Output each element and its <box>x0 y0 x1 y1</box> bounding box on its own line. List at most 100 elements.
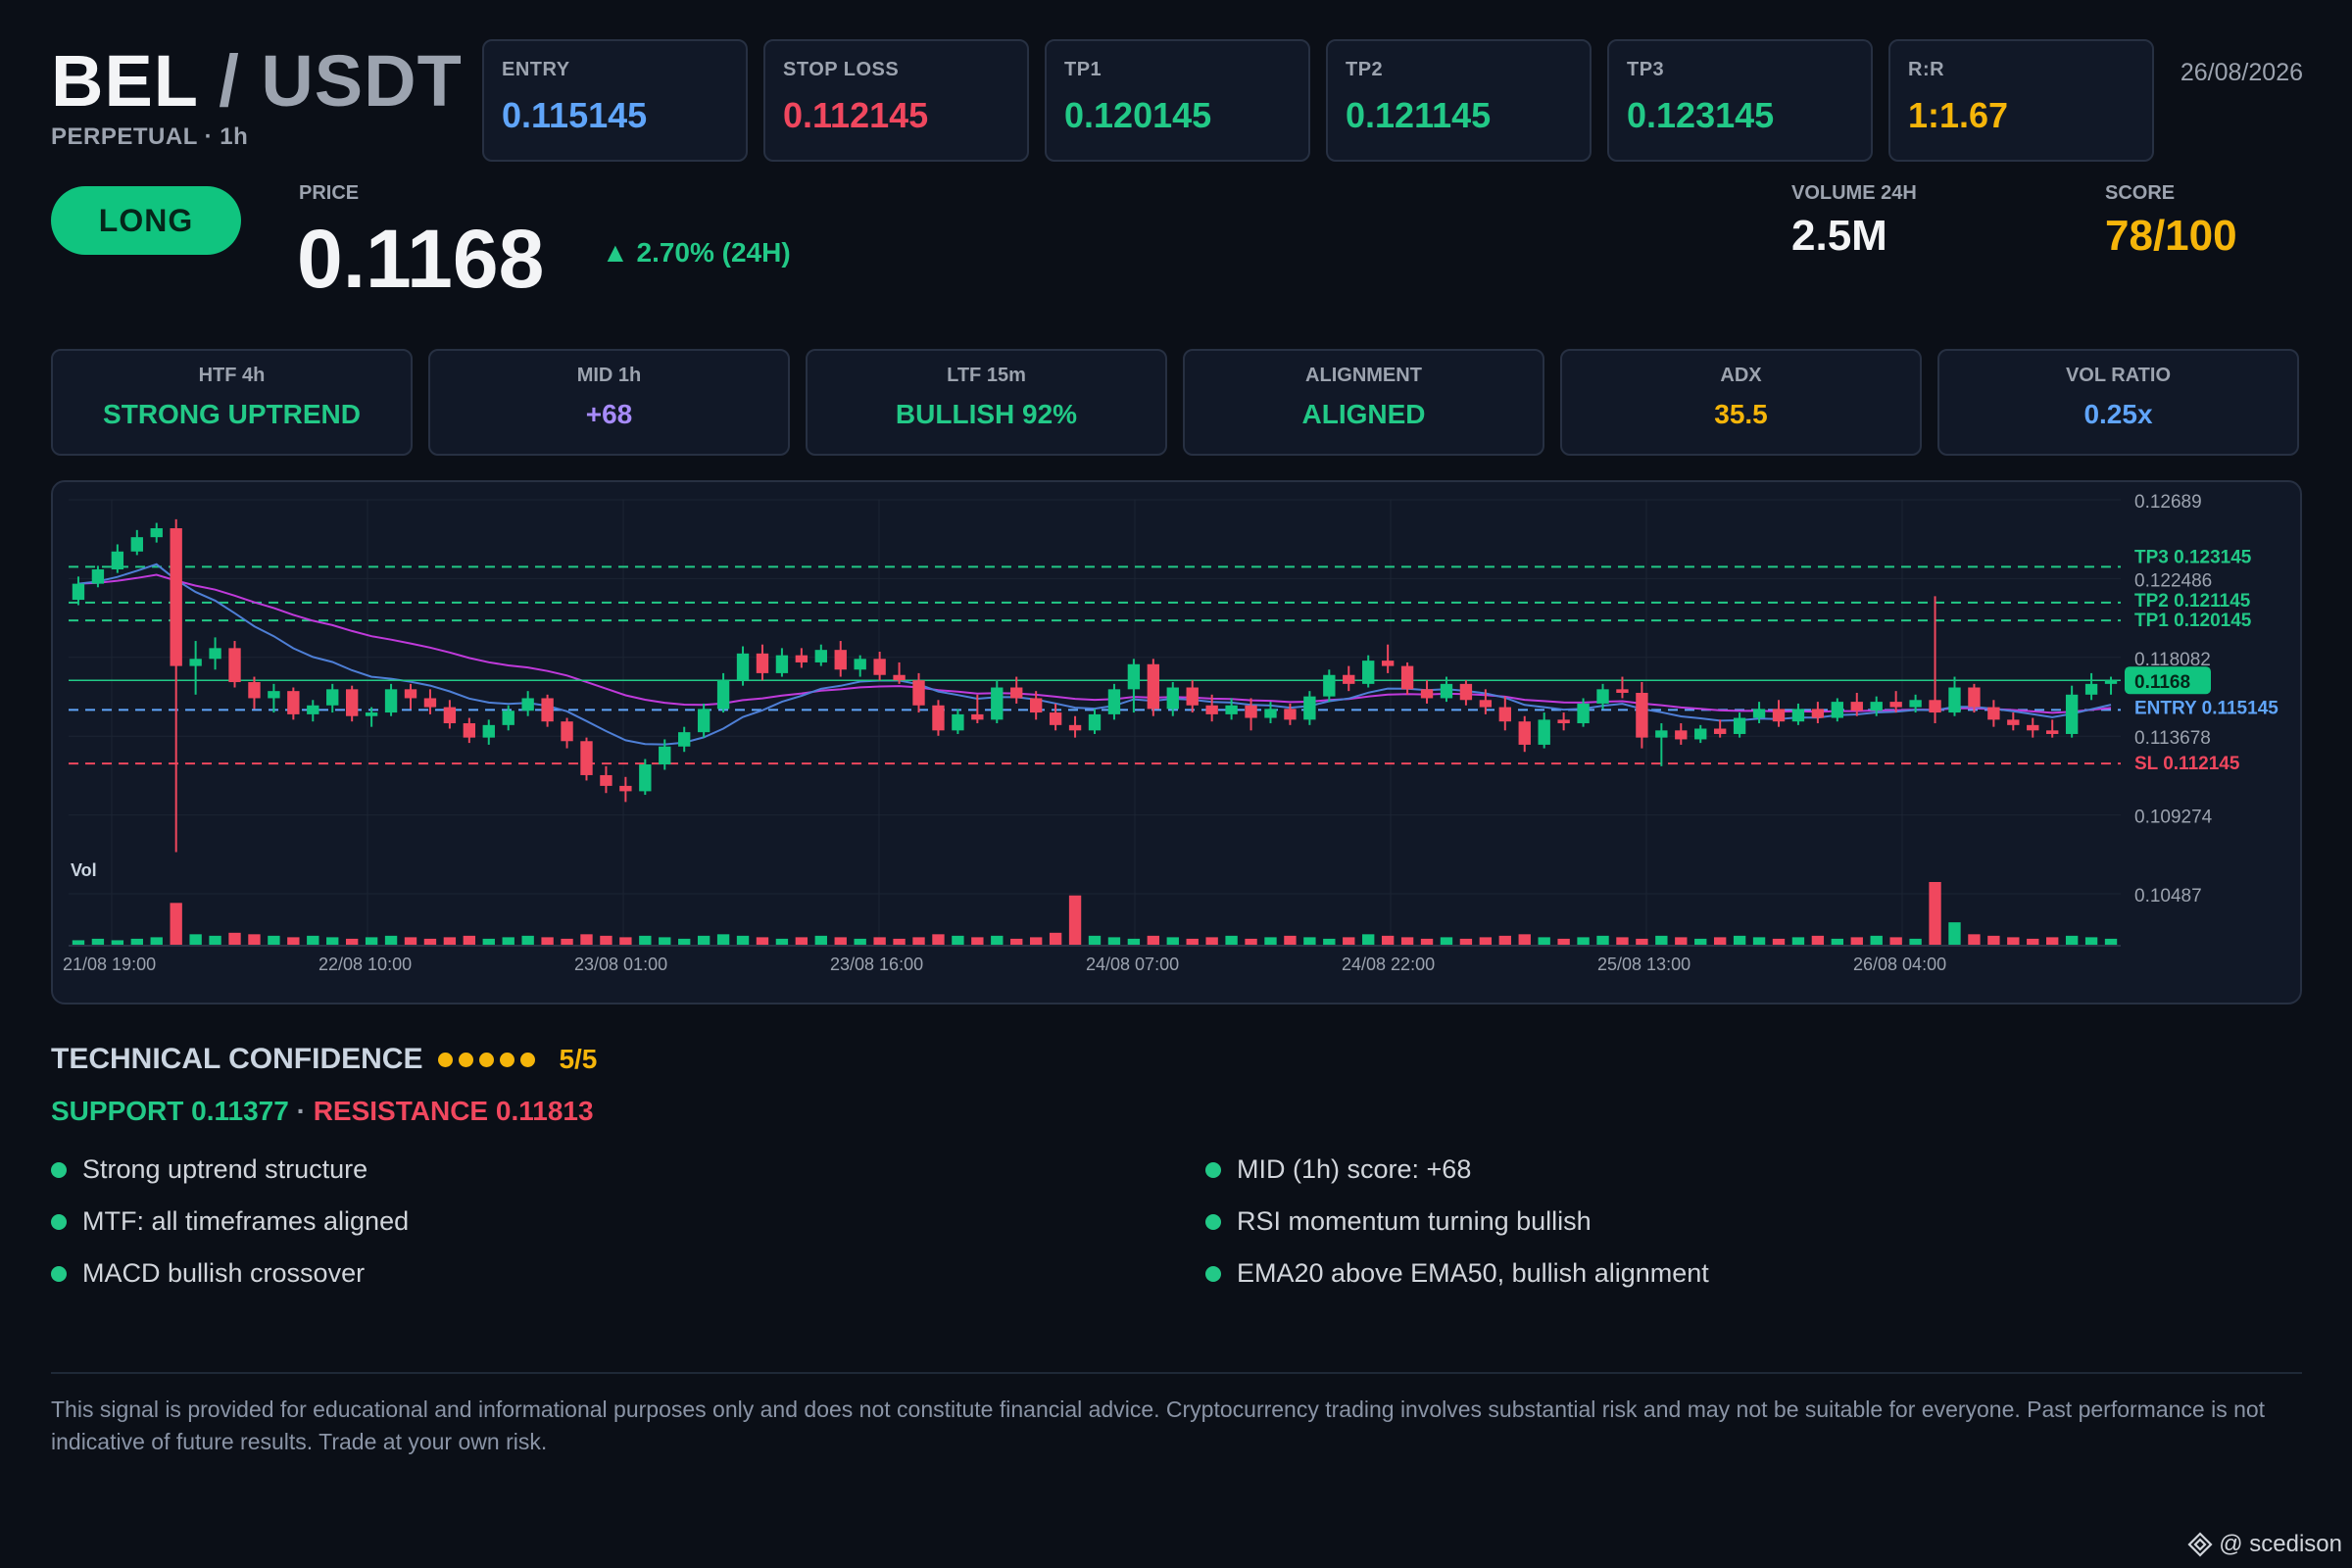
price-value: 0.1168 <box>297 213 545 305</box>
candle-body <box>854 659 866 670</box>
technical-confidence: TECHNICAL CONFIDENCE 5/5 <box>51 1043 597 1076</box>
list-item: Strong uptrend structure <box>51 1154 1205 1185</box>
volume-bar <box>326 937 339 945</box>
volume-bar <box>1010 938 1023 945</box>
level-value: 0.123145 <box>1627 95 1775 135</box>
y-tick-label: 0.113678 <box>2134 728 2211 749</box>
level-label: R:R <box>1908 59 1945 80</box>
candle-body <box>1713 728 1727 734</box>
candle-body <box>482 724 495 738</box>
candle-body <box>1440 683 1453 699</box>
candle-body <box>248 682 261 699</box>
candle-body <box>1518 721 1531 745</box>
volume-bar <box>697 935 710 945</box>
candle-body <box>2065 694 2079 734</box>
candle-body <box>1636 692 1648 738</box>
candle-body <box>1733 717 1746 734</box>
x-tick-label: 25/08 13:00 <box>1597 955 1690 974</box>
volume-bar <box>1362 934 1375 945</box>
volume-bar <box>991 935 1004 945</box>
candle-body <box>1811 709 1825 718</box>
volume-bar <box>1343 937 1355 945</box>
volume-bar <box>600 935 612 945</box>
candle-body <box>873 659 886 675</box>
volume-bar <box>1459 938 1473 945</box>
list-item: EMA20 above EMA50, bullish alignment <box>1205 1258 2283 1289</box>
volume-bar <box>1479 937 1493 945</box>
volume-bar <box>345 938 359 945</box>
candle-body <box>1343 674 1355 684</box>
candle-body <box>1186 687 1199 706</box>
list-item: MID (1h) score: +68 <box>1205 1154 2283 1185</box>
level-label: TP2 0.121145 <box>2134 591 2251 612</box>
candle-body <box>1088 713 1102 731</box>
tf-value: 0.25x <box>2083 399 2153 429</box>
volume-label: VOLUME 24H <box>1791 182 1917 204</box>
volume-bar <box>307 935 319 945</box>
signal-date: 26/08/2026 <box>2180 59 2303 86</box>
candle-body <box>580 741 593 775</box>
candle-body <box>150 528 163 538</box>
volume-bar <box>228 932 241 945</box>
volume-bar <box>287 937 300 945</box>
volume-bar <box>2027 938 2039 945</box>
timeframe-row: HTF 4h STRONG UPTREND MID 1h +68 LTF 15m BU… <box>51 349 2299 456</box>
bullet-dot-icon <box>51 1161 67 1178</box>
level-label: SL 0.112145 <box>2134 754 2240 774</box>
volume-bar <box>1987 935 2000 945</box>
volume-bar <box>72 940 85 945</box>
x-tick-label: 22/08 10:00 <box>318 955 412 974</box>
list-item: MACD bullish crossover <box>51 1258 1205 1289</box>
volume-bar <box>952 935 964 945</box>
candle-body <box>1929 700 1941 713</box>
candle-body <box>893 674 906 681</box>
direction-badge: LONG <box>51 186 241 255</box>
bullet-dot-icon <box>1205 1161 1221 1178</box>
candle-body <box>170 528 182 666</box>
confidence-dot-icon <box>438 1052 454 1067</box>
candle-body <box>72 583 85 601</box>
candle-body <box>2046 730 2059 734</box>
candle-body <box>639 764 652 792</box>
volume-bar <box>1713 937 1727 945</box>
price-chart[interactable]: 0.12689 0.122486 0.118082 0.113678 0.109274 0… <box>51 480 2302 1004</box>
volume-bar <box>1498 935 1511 945</box>
level-label: TP1 <box>1064 59 1102 80</box>
volume-bar <box>1733 935 1746 945</box>
volume-bar <box>150 937 163 945</box>
volume-bar <box>736 935 750 945</box>
support-resistance: SUPPORT 0.11377 · RESISTANCE 0.11813 <box>51 1096 594 1127</box>
list-item-text: EMA20 above EMA50, bullish alignment <box>1237 1258 1709 1288</box>
tf-label: VOL RATIO <box>2065 365 2172 386</box>
level-tp1: TP1 0.120145 <box>1045 39 1310 162</box>
confidence-dot-icon <box>479 1052 495 1067</box>
volume-bar <box>775 938 789 945</box>
volume-bar <box>384 935 398 945</box>
candle-body <box>1596 689 1609 704</box>
volume-bar <box>111 940 124 945</box>
candle-body <box>423 698 437 708</box>
list-item-text: MACD bullish crossover <box>82 1258 366 1288</box>
volume-bar <box>834 937 847 945</box>
volume-bar <box>1049 932 1062 945</box>
volume-bar <box>2046 937 2059 945</box>
volume-bar <box>561 938 573 945</box>
candle-body <box>1362 661 1375 684</box>
volume-bar <box>443 937 457 945</box>
candle-body <box>326 689 339 706</box>
tf-value: +68 <box>585 399 633 429</box>
volume-bar <box>2065 935 2079 945</box>
bullet-dot-icon <box>51 1265 67 1282</box>
candle-body <box>952 713 964 731</box>
volume-bar <box>580 934 593 945</box>
volume-bar <box>1909 938 1922 945</box>
current-price-tag-text: 0.1168 <box>2134 672 2190 693</box>
volume-bar <box>912 937 925 945</box>
candle-body <box>1675 730 1688 740</box>
volume-bar <box>1811 935 1825 945</box>
level-value: 0.120145 <box>1064 95 1212 135</box>
candle-body <box>736 653 750 681</box>
volume-bar <box>659 937 671 945</box>
list-item: MTF: all timeframes aligned <box>51 1206 1205 1237</box>
candle-body <box>2027 724 2039 731</box>
